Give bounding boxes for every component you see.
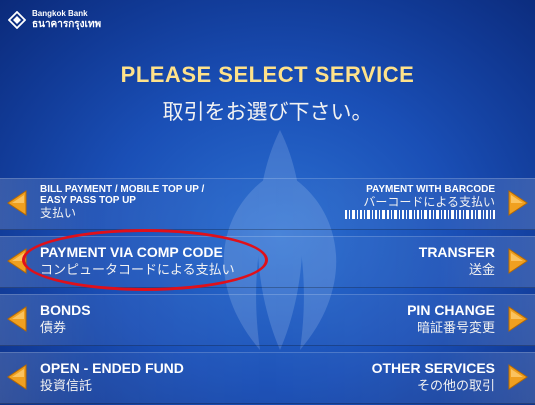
other-services-button[interactable]: OTHER SERVICES その他の取引: [372, 360, 495, 395]
transfer-button[interactable]: TRANSFER 送金: [419, 244, 495, 279]
bangkok-bank-logo-icon: [8, 11, 26, 29]
left-arrow-icon[interactable]: [6, 364, 28, 390]
right-arrow-icon[interactable]: [507, 364, 529, 390]
atm-screen: Bangkok Bank ธนาคารกรุงเทพ PLEASE SELECT…: [0, 0, 535, 405]
payment-barcode-label-jp: バーコードによる支払い: [363, 195, 495, 209]
left-arrow-icon[interactable]: [6, 248, 28, 274]
payment-barcode-button[interactable]: PAYMENT WITH BARCODE バーコードによる支払い: [345, 184, 495, 219]
bonds-label-jp: 債券: [40, 321, 67, 336]
other-services-label: OTHER SERVICES: [371, 360, 495, 376]
page-title-jp: 取引をお選び下さい。: [162, 100, 373, 124]
bank-name-th: ธนาคารกรุงเทพ: [32, 19, 102, 30]
right-arrow-icon[interactable]: [507, 306, 529, 332]
pin-change-button[interactable]: PIN CHANGE 暗証番号変更: [407, 302, 495, 337]
bank-name-en: Bangkok Bank: [32, 9, 88, 18]
open-ended-fund-button[interactable]: OPEN - ENDED FUND 投資信託: [40, 360, 184, 395]
payment-comp-code-label-jp: コンピュータコードによる支払い: [40, 263, 235, 278]
page-title: PLEASE SELECT SERVICE: [120, 62, 415, 87]
bill-payment-label-jp: 支払い: [40, 206, 77, 220]
payment-barcode-label: PAYMENT WITH BARCODE: [366, 184, 495, 195]
open-ended-fund-label: OPEN - ENDED FUND: [40, 360, 184, 376]
other-services-label-jp: その他の取引: [416, 379, 495, 394]
pin-change-label-jp: 暗証番号変更: [416, 321, 495, 336]
transfer-label-jp: 送金: [468, 263, 495, 278]
bill-payment-label-2: EASY PASS TOP UP: [40, 195, 136, 206]
transfer-label: TRANSFER: [418, 244, 495, 260]
open-ended-fund-label-jp: 投資信託: [40, 379, 93, 394]
left-arrow-icon[interactable]: [6, 306, 28, 332]
payment-comp-code-label: PAYMENT VIA COMP CODE: [40, 244, 223, 260]
bill-payment-label-1: BILL PAYMENT / MOBILE TOP UP /: [40, 184, 205, 195]
bill-payment-button[interactable]: BILL PAYMENT / MOBILE TOP UP / EASY PASS…: [40, 184, 204, 220]
right-arrow-icon[interactable]: [507, 190, 529, 216]
pin-change-label: PIN CHANGE: [407, 302, 495, 318]
right-arrow-icon[interactable]: [507, 248, 529, 274]
bank-logo: Bangkok Bank ธนาคารกรุงเทพ: [8, 10, 101, 30]
left-arrow-icon[interactable]: [6, 190, 28, 216]
bonds-button[interactable]: BONDS 債券: [40, 302, 91, 337]
barcode-icon: [345, 210, 495, 219]
bonds-label: BONDS: [40, 302, 91, 318]
payment-comp-code-button[interactable]: PAYMENT VIA COMP CODE コンピュータコードによる支払い: [40, 244, 235, 279]
